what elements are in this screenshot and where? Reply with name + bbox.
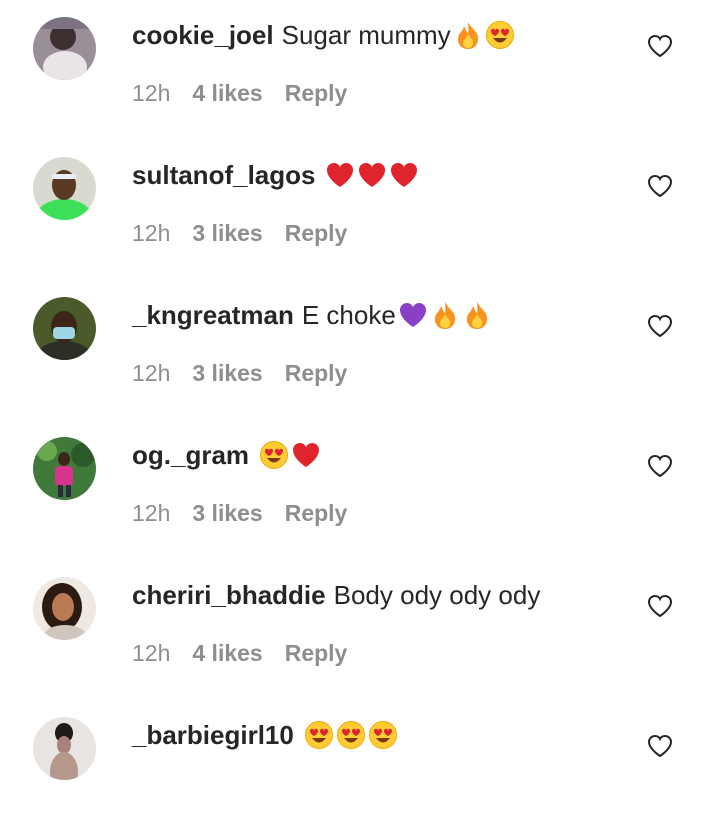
comments-list: cookie_joel Sugar mummy 12h 4 likes Repl… [0,0,720,780]
avatar-photo-icon [33,437,96,500]
purple-heart-icon [399,303,426,327]
comment-username[interactable]: sultanof_lagos [132,160,315,191]
red-heart-icon [293,443,320,467]
heart-outline-icon [647,174,673,198]
reply-button[interactable]: Reply [285,80,348,107]
comment-meta: 12h 4 likes Reply [132,640,347,667]
avatar-photo-icon [33,717,96,780]
heart-eyes-icon [260,441,289,469]
comment-emojis [325,160,421,190]
comment-emojis [259,440,323,470]
comment-line: og._gram [132,436,323,474]
user-avatar[interactable] [33,297,96,360]
comment-item: _kngreatman E choke 12h 3 likes Reply [0,280,720,420]
like-heart-button[interactable] [647,734,673,758]
comment-time: 12h [132,640,171,666]
heart-outline-icon [647,734,673,758]
red-heart-icon [359,163,386,187]
heart-eyes-icon [368,721,397,749]
comment-meta: 12h 4 likes Reply [132,80,347,107]
red-heart-icon [327,163,354,187]
comment-line: cheriri_bhaddie Body ody ody ody [132,576,540,614]
comment-line: cookie_joel Sugar mummy [132,16,517,54]
comment-meta: 12h 3 likes Reply [132,500,347,527]
reply-button[interactable]: Reply [285,640,348,667]
comment-time: 12h [132,500,171,526]
comment-item: _barbiegirl10 [0,700,720,840]
like-heart-button[interactable] [647,34,673,58]
heart-eyes-icon [336,721,365,749]
comment-username[interactable]: cheriri_bhaddie [132,580,326,611]
comment-likes[interactable]: 4 likes [192,640,262,667]
user-avatar[interactable] [33,17,96,80]
avatar-photo-icon [33,17,96,80]
heart-outline-icon [647,454,673,478]
comment-meta: 12h 3 likes Reply [132,220,347,247]
comment-line: _kngreatman E choke [132,296,494,334]
heart-outline-icon [647,34,673,58]
avatar-photo-icon [33,577,96,640]
fire-icon [434,302,455,329]
comment-username[interactable]: og._gram [132,440,249,471]
comment-time: 12h [132,80,171,106]
like-heart-button[interactable] [647,314,673,338]
comment-item: cheriri_bhaddie Body ody ody ody 12h 4 l… [0,560,720,700]
fire-icon [466,302,487,329]
user-avatar[interactable] [33,437,96,500]
comment-username[interactable]: cookie_joel [132,20,274,51]
heart-eyes-icon [485,21,514,49]
comment-likes[interactable]: 3 likes [192,360,262,387]
comment-line: sultanof_lagos [132,156,421,194]
comment-likes[interactable]: 3 likes [192,500,262,527]
heart-eyes-icon [304,721,333,749]
heart-outline-icon [647,594,673,618]
like-heart-button[interactable] [647,174,673,198]
reply-button[interactable]: Reply [285,360,348,387]
comment-username[interactable]: _barbiegirl10 [132,720,294,751]
avatar-photo-icon [33,157,96,220]
comment-line: _barbiegirl10 [132,716,400,754]
comment-item: og._gram 12h 3 likes Reply [0,420,720,560]
reply-button[interactable]: Reply [285,220,348,247]
avatar-photo-icon [33,297,96,360]
comment-text: E choke [301,299,396,330]
comment-text: Body ody ody ody [333,579,541,610]
like-heart-button[interactable] [647,594,673,618]
comment-emojis [304,720,400,750]
comment-likes[interactable]: 3 likes [192,220,262,247]
user-avatar[interactable] [33,577,96,640]
comment-username[interactable]: _kngreatman [132,300,294,331]
comment-time: 12h [132,220,171,246]
comment-emojis [453,20,517,50]
comment-meta: 12h 3 likes Reply [132,360,347,387]
user-avatar[interactable] [33,717,96,780]
like-heart-button[interactable] [647,454,673,478]
comment-text: Sugar mummy [281,19,451,50]
reply-button[interactable]: Reply [285,500,348,527]
comment-likes[interactable]: 4 likes [192,80,262,107]
comment-time: 12h [132,360,171,386]
red-heart-icon [391,163,418,187]
comment-emojis [398,300,494,330]
fire-icon [457,22,478,49]
user-avatar[interactable] [33,157,96,220]
comment-item: sultanof_lagos 12h 3 likes Reply [0,140,720,280]
comment-item: cookie_joel Sugar mummy 12h 4 likes Repl… [0,0,720,140]
heart-outline-icon [647,314,673,338]
